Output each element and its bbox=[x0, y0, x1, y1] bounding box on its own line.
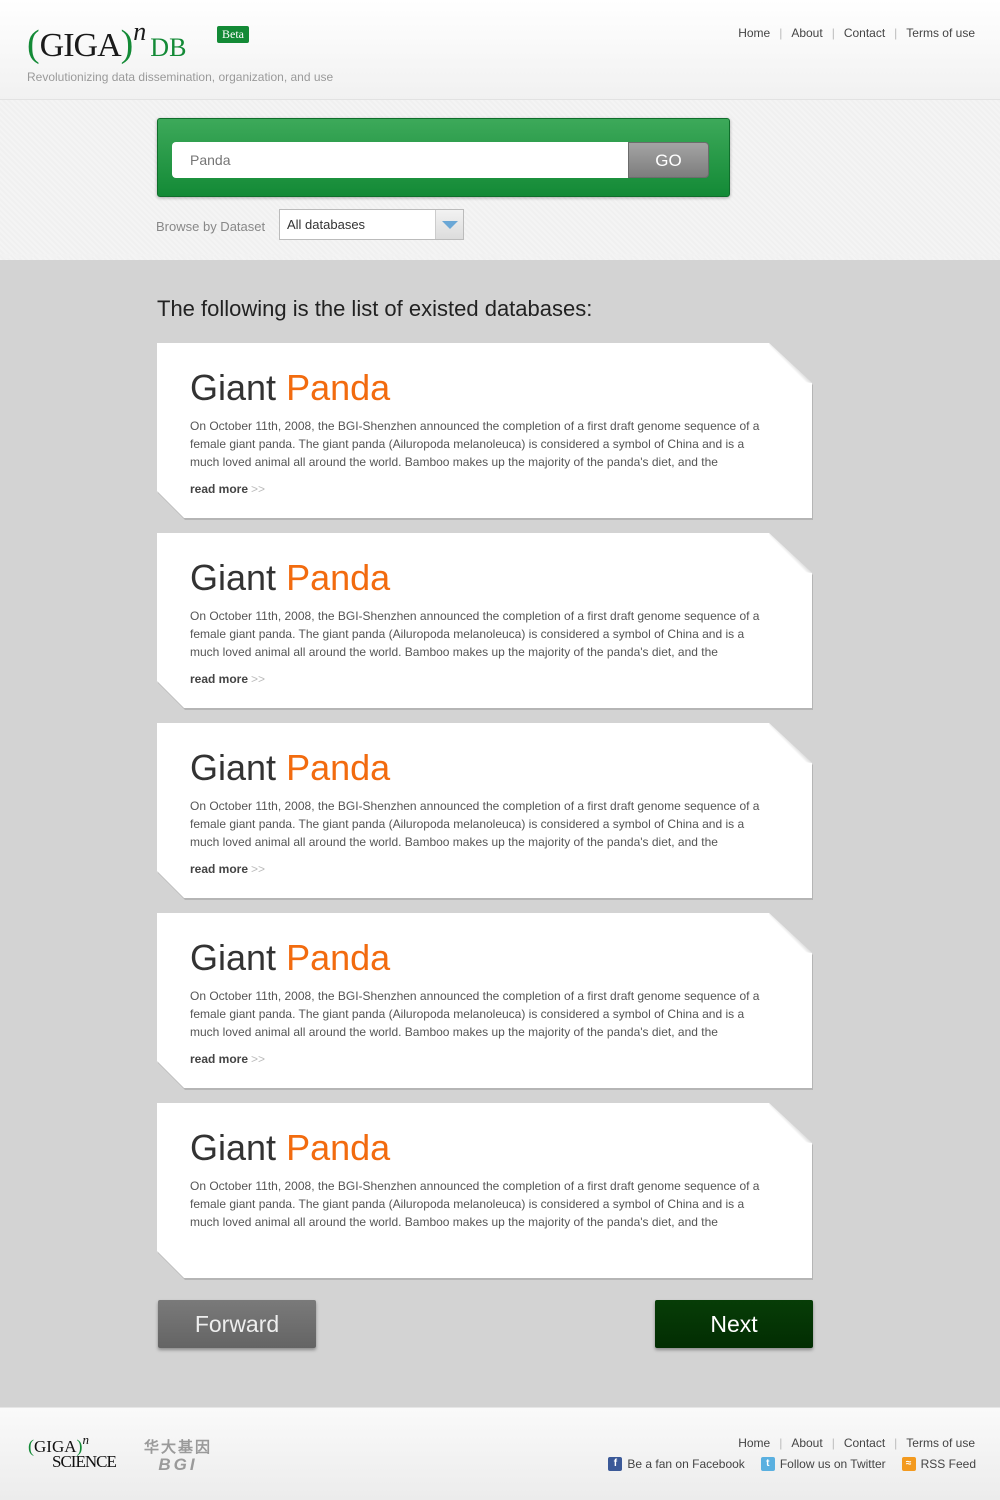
zigzag-divider bbox=[0, 254, 1000, 266]
dataset-select[interactable]: All databases bbox=[279, 209, 464, 240]
card-title-main: Giant bbox=[190, 1127, 277, 1168]
read-more-link[interactable]: read more >> bbox=[190, 1052, 265, 1066]
card-title-main: Giant bbox=[190, 367, 277, 408]
card-title[interactable]: Giant Panda bbox=[190, 557, 390, 599]
card-title-highlight: Panda bbox=[286, 1127, 391, 1168]
database-card: Giant Panda On October 11th, 2008, the BG… bbox=[157, 723, 814, 900]
facebook-icon: f bbox=[608, 1457, 623, 1471]
facebook-link-label: Be a fan on Facebook bbox=[627, 1457, 745, 1471]
footer-logo-science: SCIENCE bbox=[52, 1452, 117, 1471]
footer-nav-home[interactable]: Home bbox=[738, 1436, 770, 1450]
card-title-highlight: Panda bbox=[286, 557, 391, 598]
double-chevron-right-icon: >> bbox=[251, 482, 266, 496]
logo-db: DB bbox=[150, 33, 187, 62]
facebook-link[interactable]: f Be a fan on Facebook bbox=[608, 1457, 745, 1471]
chevron-down-icon[interactable] bbox=[435, 210, 463, 239]
read-more-label: read more bbox=[190, 672, 249, 686]
logo-superscript: n bbox=[133, 17, 147, 46]
gigascience-logo[interactable]: (GIGA)n SCIENCE bbox=[28, 1432, 117, 1471]
database-card: Giant Panda On October 11th, 2008, the BG… bbox=[157, 533, 814, 710]
bgi-logo-en: BGI bbox=[158, 1455, 198, 1474]
site-header: (GIGA)nDB Beta Revolutionizing data diss… bbox=[0, 0, 1000, 100]
footer-logo-superscript: n bbox=[82, 1432, 90, 1447]
search-input[interactable] bbox=[172, 142, 630, 178]
card-title-main: Giant bbox=[190, 937, 277, 978]
card-title-highlight: Panda bbox=[286, 747, 391, 788]
nav-separator: | bbox=[779, 26, 783, 40]
database-card: Giant Panda On October 11th, 2008, the BG… bbox=[157, 343, 814, 520]
card-title[interactable]: Giant Panda bbox=[190, 1127, 390, 1169]
nav-separator: | bbox=[894, 26, 898, 40]
top-nav: Home | About | Contact | Terms of use bbox=[738, 26, 975, 40]
nav-separator: | bbox=[831, 1436, 835, 1450]
database-card: Giant Panda On October 11th, 2008, the BG… bbox=[157, 1103, 814, 1280]
twitter-icon: t bbox=[760, 1457, 775, 1471]
card-description: On October 11th, 2008, the BGI-Shenzhen … bbox=[190, 419, 760, 469]
nav-home[interactable]: Home bbox=[738, 26, 770, 40]
logo-paren-open: ( bbox=[27, 23, 40, 65]
list-title: The following is the list of existed dat… bbox=[157, 296, 593, 321]
logo-paren-close: ) bbox=[120, 23, 134, 65]
card-title-main: Giant bbox=[190, 747, 277, 788]
card-description: On October 11th, 2008, the BGI-Shenzhen … bbox=[190, 1179, 760, 1229]
browse-label: Browse by Dataset bbox=[156, 219, 266, 234]
card-title-highlight: Panda bbox=[286, 937, 391, 978]
bgi-logo[interactable]: 华大基因 BGI bbox=[141, 1436, 215, 1475]
footer-nav-contact[interactable]: Contact bbox=[844, 1436, 885, 1450]
double-chevron-right-icon: >> bbox=[251, 1052, 266, 1066]
twitter-link-label: Follow us on Twitter bbox=[779, 1457, 886, 1471]
nav-separator: | bbox=[831, 26, 835, 40]
nav-separator: | bbox=[779, 1436, 783, 1450]
next-button[interactable]: Next bbox=[655, 1300, 813, 1348]
card-description: On October 11th, 2008, the BGI-Shenzhen … bbox=[190, 609, 760, 659]
footer-nav: Home | About | Contact | Terms of use bbox=[738, 1436, 975, 1450]
bgi-logo-cn: 华大基因 bbox=[143, 1439, 212, 1456]
card-title[interactable]: Giant Panda bbox=[190, 937, 390, 979]
twitter-link[interactable]: t Follow us on Twitter bbox=[760, 1457, 886, 1471]
search-box: GO bbox=[157, 118, 730, 197]
beta-badge: Beta bbox=[217, 26, 249, 43]
read-more-label: read more bbox=[190, 862, 249, 876]
social-links: f Be a fan on Facebook t Follow us on Tw… bbox=[608, 1457, 976, 1471]
read-more-link[interactable]: read more >> bbox=[190, 672, 265, 686]
card-title[interactable]: Giant Panda bbox=[190, 747, 390, 789]
double-chevron-right-icon: >> bbox=[251, 672, 266, 686]
logo-giga: GIGA bbox=[39, 27, 122, 64]
site-tagline: Revolutionizing data dissemination, orga… bbox=[27, 70, 334, 84]
card-description: On October 11th, 2008, the BGI-Shenzhen … bbox=[190, 799, 760, 849]
read-more-label: read more bbox=[190, 1052, 249, 1066]
nav-separator: | bbox=[894, 1436, 898, 1450]
gigadb-logo[interactable]: (GIGA)nDB bbox=[27, 17, 187, 66]
read-more-link[interactable]: read more >> bbox=[190, 482, 265, 496]
read-more-label: read more bbox=[190, 482, 249, 496]
nav-about[interactable]: About bbox=[791, 26, 822, 40]
rss-link-label: RSS Feed bbox=[920, 1457, 976, 1471]
card-title[interactable]: Giant Panda bbox=[190, 367, 390, 409]
double-chevron-right-icon: >> bbox=[251, 862, 266, 876]
dataset-select-value: All databases bbox=[287, 217, 366, 232]
nav-contact[interactable]: Contact bbox=[844, 26, 885, 40]
forward-button[interactable]: Forward bbox=[158, 1300, 316, 1348]
database-card: Giant Panda On October 11th, 2008, the BG… bbox=[157, 913, 814, 1090]
card-description: On October 11th, 2008, the BGI-Shenzhen … bbox=[190, 989, 760, 1039]
nav-terms[interactable]: Terms of use bbox=[906, 26, 975, 40]
rss-icon: ≈ bbox=[901, 1457, 916, 1471]
card-title-main: Giant bbox=[190, 557, 277, 598]
read-more-link[interactable]: read more >> bbox=[190, 862, 265, 876]
footer-nav-about[interactable]: About bbox=[791, 1436, 822, 1450]
go-button[interactable]: GO bbox=[628, 142, 709, 178]
card-title-highlight: Panda bbox=[286, 367, 391, 408]
site-footer: (GIGA)n SCIENCE 华大基因 BGI Home | About | Cont… bbox=[0, 1407, 1000, 1500]
footer-nav-terms[interactable]: Terms of use bbox=[906, 1436, 975, 1450]
rss-link[interactable]: ≈ RSS Feed bbox=[901, 1457, 976, 1471]
